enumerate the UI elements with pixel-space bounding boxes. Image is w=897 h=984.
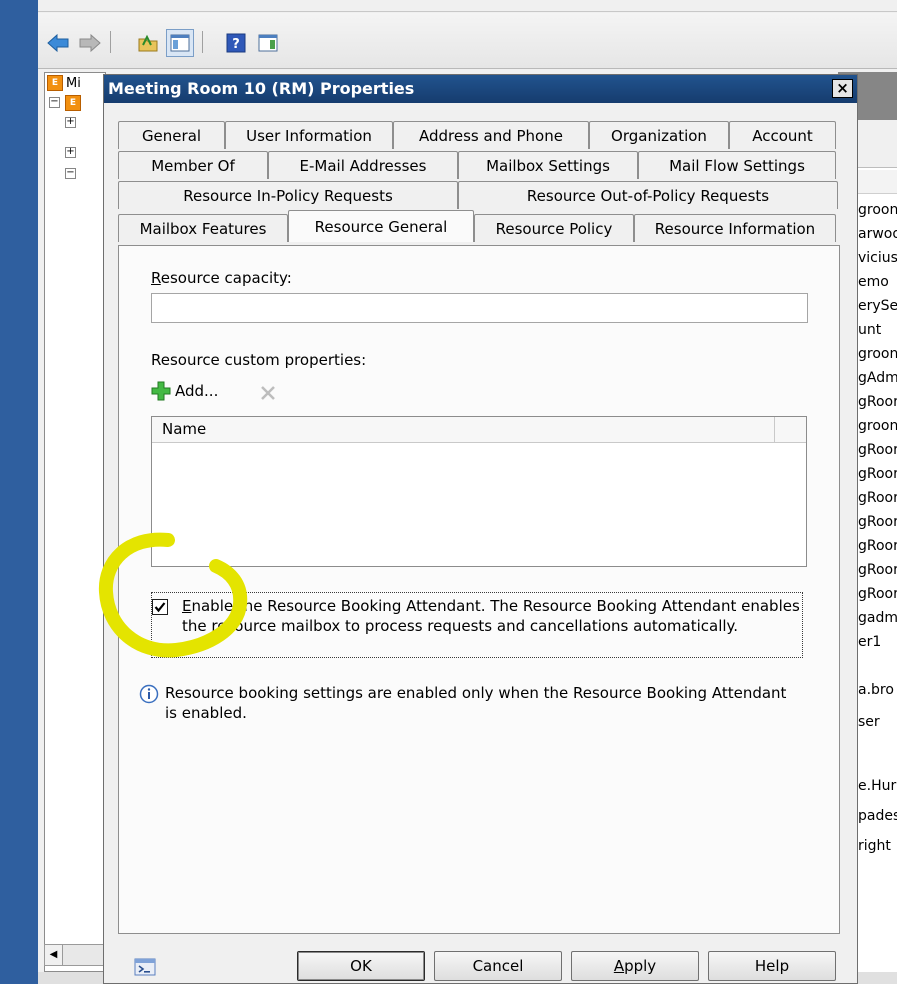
resource-custom-properties-label: Resource custom properties: — [151, 351, 367, 369]
dialog-titlebar[interactable]: Meeting Room 10 (RM) Properties × — [104, 75, 857, 103]
resource-general-panel: Resource capacity: Resource custom prope… — [118, 245, 840, 934]
tab-mailbox-settings[interactable]: Mailbox Settings — [458, 151, 638, 179]
help-button[interactable]: Help — [708, 951, 836, 981]
list-item[interactable]: er1 — [858, 634, 881, 650]
list-item[interactable]: gRoor — [858, 586, 897, 602]
booking-attendant-row[interactable]: Enable the Resource Booking Attendant. T… — [151, 592, 803, 658]
list-item[interactable]: groon — [858, 202, 897, 218]
tab-resource-policy[interactable]: Resource Policy — [474, 214, 634, 242]
show-hide-tree-icon[interactable] — [166, 29, 194, 57]
forward-arrow-icon[interactable] — [76, 29, 104, 57]
tab-resource-general[interactable]: Resource General — [288, 210, 474, 242]
resource-capacity-input[interactable] — [151, 293, 808, 323]
list-item[interactable]: e.Hur — [858, 778, 896, 794]
info-message: Resource booking settings are enabled on… — [139, 683, 789, 723]
list-item[interactable]: gadm — [858, 610, 897, 626]
tree-expand-icon[interactable]: + — [65, 117, 76, 128]
list-item[interactable]: gRoor — [858, 442, 897, 458]
console-tree[interactable]: E Mi − E + + − — [44, 72, 106, 972]
tab-general[interactable]: General — [118, 121, 225, 149]
up-folder-icon[interactable] — [134, 29, 162, 57]
enable-booking-attendant-label[interactable]: Enable the Resource Booking Attendant. T… — [182, 596, 802, 636]
tree-root-item[interactable]: E Mi — [47, 75, 81, 91]
list-item[interactable]: right — [858, 838, 891, 854]
tree-collapse-icon[interactable]: − — [65, 168, 76, 179]
tree-expand-icon[interactable]: + — [65, 147, 76, 158]
list-item[interactable]: groon — [858, 346, 897, 362]
svg-text:?: ? — [232, 37, 240, 52]
list-item[interactable]: gRoor — [858, 490, 897, 506]
tab-resource-out-of-policy-requests[interactable]: Resource Out-of-Policy Requests — [458, 181, 838, 209]
name-column-header[interactable]: Name — [152, 417, 775, 443]
remove-property-button[interactable] — [259, 384, 277, 406]
close-button[interactable]: × — [832, 79, 853, 98]
tab-mailbox-features[interactable]: Mailbox Features — [118, 214, 288, 242]
ok-button[interactable]: OK — [297, 951, 425, 981]
powershell-icon[interactable] — [134, 957, 156, 981]
tree-root-label: Mi — [66, 75, 81, 91]
list-item[interactable]: vicius — [858, 250, 897, 266]
dialog-button-bar: OK Cancel Apply Help — [104, 941, 857, 983]
tab-resource-in-policy-requests[interactable]: Resource In-Policy Requests — [118, 181, 458, 209]
list-item[interactable]: ser — [858, 714, 880, 730]
list-header: Name — [152, 417, 806, 443]
mmc-toolbar: ? — [38, 13, 897, 69]
help-icon[interactable]: ? — [222, 29, 250, 57]
add-property-label: Add... — [175, 382, 219, 400]
exchange-icon: E — [47, 75, 63, 91]
cancel-button[interactable]: Cancel — [434, 951, 562, 981]
tree-collapse-icon[interactable]: − — [49, 97, 60, 108]
list-item[interactable]: gRoor — [858, 538, 897, 554]
mmc-menubar — [38, 0, 897, 12]
tab-email-addresses[interactable]: E-Mail Addresses — [268, 151, 458, 179]
horizontal-scrollbar[interactable]: ◀ — [44, 944, 106, 966]
list-item[interactable]: gRoor — [858, 466, 897, 482]
list-item[interactable]: pades — [858, 808, 897, 824]
back-arrow-icon[interactable] — [44, 29, 72, 57]
list-item[interactable]: emo — [858, 274, 889, 290]
custom-properties-list[interactable]: Name — [151, 416, 807, 567]
list-item[interactable]: a.bro — [858, 682, 894, 698]
tab-member-of[interactable]: Member Of — [118, 151, 268, 179]
list-item[interactable]: unt — [858, 322, 881, 338]
scroll-left-icon[interactable]: ◀ — [45, 945, 63, 965]
tab-organization[interactable]: Organization — [589, 121, 729, 149]
tab-account[interactable]: Account — [729, 121, 836, 149]
info-text: Resource booking settings are enabled on… — [165, 684, 787, 722]
checkmark-icon — [154, 602, 166, 613]
info-icon — [139, 684, 159, 704]
enable-booking-attendant-checkbox[interactable] — [152, 599, 168, 615]
properties-dialog: Meeting Room 10 (RM) Properties × Genera… — [103, 74, 858, 984]
dialog-title: Meeting Room 10 (RM) Properties — [108, 79, 415, 98]
list-item[interactable]: gRoor — [858, 394, 897, 410]
list-item[interactable]: gRoor — [858, 562, 897, 578]
tab-resource-information[interactable]: Resource Information — [634, 214, 836, 242]
list-item[interactable]: groon — [858, 418, 897, 434]
apply-button[interactable]: Apply — [571, 951, 699, 981]
list-item[interactable]: arwoo — [858, 226, 897, 242]
green-plus-icon — [151, 381, 171, 401]
show-action-pane-icon[interactable] — [254, 29, 282, 57]
list-item[interactable]: erySe — [858, 298, 897, 314]
list-item[interactable]: gAdm — [858, 370, 897, 386]
remove-x-icon — [261, 386, 275, 400]
tab-mail-flow-settings[interactable]: Mail Flow Settings — [638, 151, 836, 179]
tab-user-information[interactable]: User Information — [225, 121, 393, 149]
tab-address-and-phone[interactable]: Address and Phone — [393, 121, 589, 149]
desktop-edge — [0, 0, 38, 984]
exchange-icon: E — [65, 95, 81, 111]
add-property-button[interactable]: Add... — [151, 381, 218, 401]
list-item[interactable]: gRoor — [858, 514, 897, 530]
resource-capacity-label: Resource capacity: — [151, 269, 292, 287]
